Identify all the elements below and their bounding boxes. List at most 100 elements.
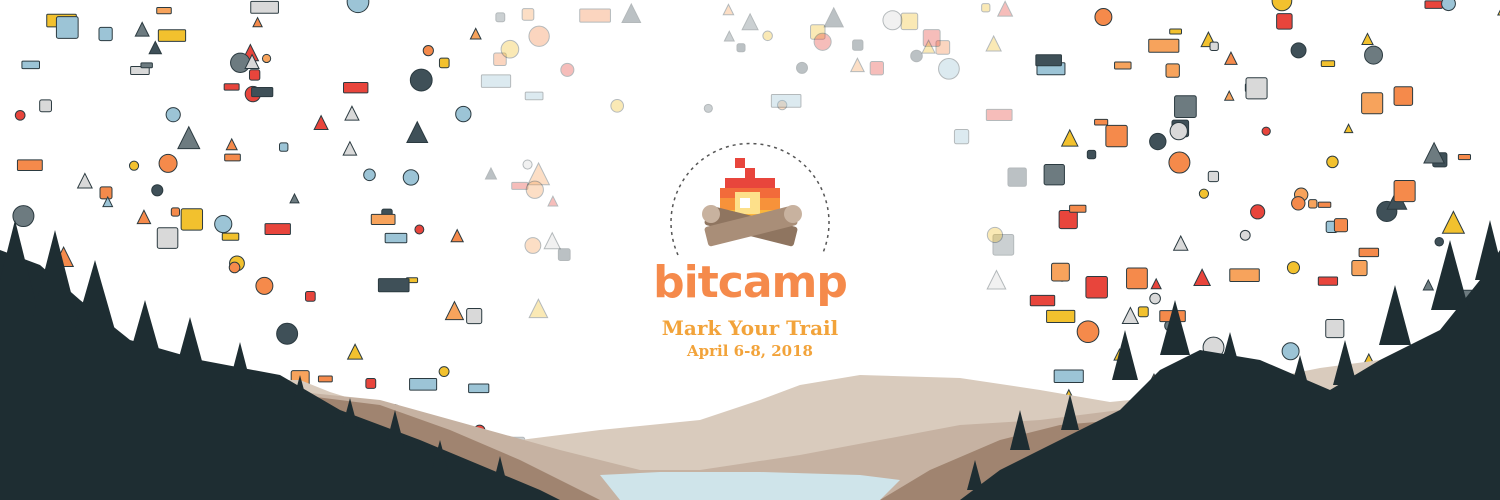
keyboard-icon xyxy=(157,29,187,42)
pencil-icon xyxy=(1239,229,1251,241)
coin-icon xyxy=(450,228,465,243)
brand-name: bitcamp xyxy=(653,257,848,308)
lightbulb-icon xyxy=(1029,294,1056,307)
cd-disc-icon xyxy=(1291,196,1306,211)
cd-disc-icon xyxy=(134,21,150,37)
pencil-icon xyxy=(343,81,369,94)
lightbulb-icon xyxy=(986,226,1004,244)
tablet-icon xyxy=(409,68,433,92)
boxing-glove-icon xyxy=(402,169,420,186)
coffee-mug-icon xyxy=(722,3,735,16)
pizza-slice-icon xyxy=(1126,267,1148,290)
boxing-glove-icon xyxy=(985,108,1013,121)
floppy-disk-icon xyxy=(1325,318,1345,339)
tablet-icon xyxy=(938,57,960,80)
keyboard-icon xyxy=(1434,237,1444,247)
tablet-icon xyxy=(796,61,808,74)
lightbulb-icon xyxy=(230,52,251,74)
coffee-mug-icon xyxy=(1351,259,1368,277)
boxing-glove-icon xyxy=(703,103,713,113)
gamepad-icon xyxy=(547,195,559,207)
coffee-mug-icon xyxy=(579,8,611,23)
pine-tree-icon xyxy=(128,300,162,360)
coin-icon xyxy=(762,30,773,42)
pencil-icon xyxy=(346,343,364,360)
cd-disc-icon xyxy=(99,186,113,200)
gamepad-icon xyxy=(770,94,802,108)
coin-icon xyxy=(500,39,520,59)
paper-icon xyxy=(480,74,512,88)
floppy-disk-icon xyxy=(1058,209,1078,230)
computer-mouse-icon xyxy=(1393,86,1414,106)
tablet-icon xyxy=(276,322,299,345)
coffee-mug-icon xyxy=(1105,124,1128,148)
pine-tree-icon xyxy=(1379,285,1411,345)
pizza-slice-icon xyxy=(543,231,562,250)
pizza-slice-icon xyxy=(560,62,575,77)
keyboard-icon xyxy=(279,142,289,152)
event-dates: April 6-8, 2018 xyxy=(687,342,813,360)
coin-icon xyxy=(985,34,1002,52)
lightbulb-icon xyxy=(1333,218,1349,233)
cookie-icon xyxy=(1174,95,1197,118)
cookie-icon xyxy=(1094,118,1109,126)
floppy-disk-icon xyxy=(313,114,329,131)
lake xyxy=(600,472,900,500)
pizza-slice-icon xyxy=(495,12,506,23)
computer-mouse-icon xyxy=(524,91,544,101)
pencil-icon xyxy=(180,208,204,231)
cookie-icon xyxy=(39,99,52,113)
cd-disc-icon xyxy=(370,213,396,226)
paper-icon xyxy=(1168,151,1191,174)
lightbulb-icon xyxy=(384,232,408,244)
tablet-icon xyxy=(1424,0,1443,9)
campfire-logo-icon xyxy=(670,142,830,256)
boxing-glove-icon xyxy=(1317,201,1332,208)
computer-mouse-icon xyxy=(14,109,26,121)
pizza-slice-icon xyxy=(1364,45,1384,65)
boxing-glove-icon xyxy=(525,180,544,199)
computer-mouse-icon xyxy=(158,153,178,173)
computer-mouse-icon xyxy=(1069,204,1087,213)
tagline: Mark Your Trail xyxy=(661,316,839,340)
cd-disc-icon xyxy=(1046,309,1076,323)
paper-icon xyxy=(409,378,438,391)
pencil-icon xyxy=(1361,32,1374,46)
gamepad-icon xyxy=(852,39,864,51)
pencil-icon xyxy=(76,172,93,189)
pine-tree-icon xyxy=(75,260,115,330)
paper-icon xyxy=(422,45,434,57)
pine-tree-icon xyxy=(0,220,35,300)
gamepad-icon xyxy=(1076,320,1100,344)
cookie-icon xyxy=(1271,0,1293,12)
coin-icon xyxy=(289,192,300,204)
pine-tree-icon xyxy=(1431,240,1469,310)
pizza-slice-icon xyxy=(610,98,625,113)
coin-icon xyxy=(1422,278,1435,291)
lightbulb-icon xyxy=(1441,0,1456,12)
pine-tree-icon xyxy=(1333,340,1357,385)
coin-icon xyxy=(12,205,35,228)
paper-icon xyxy=(1308,199,1318,209)
keyboard-icon xyxy=(1035,54,1062,67)
cd-disc-icon xyxy=(849,57,865,73)
floppy-disk-icon xyxy=(248,69,261,81)
lightbulb-icon xyxy=(557,248,571,262)
pencil-icon xyxy=(228,261,241,274)
pencil-icon xyxy=(128,160,140,171)
computer-mouse-icon xyxy=(255,276,274,295)
boxing-glove-icon xyxy=(736,43,746,53)
coffee-mug-icon xyxy=(16,159,43,172)
pine-tree-icon xyxy=(1112,330,1138,380)
coin-icon xyxy=(1114,61,1132,70)
floppy-disk-icon xyxy=(1245,77,1268,100)
lightbulb-icon xyxy=(1276,13,1293,30)
pizza-slice-icon xyxy=(251,86,274,98)
coin-icon xyxy=(414,224,425,235)
pizza-slice-icon xyxy=(55,16,79,39)
tablet-icon xyxy=(468,383,490,394)
coin-icon xyxy=(1148,38,1180,53)
floppy-disk-icon xyxy=(1317,276,1339,286)
event-logo: bitcamp Mark Your Trail April 6-8, 2018 xyxy=(600,120,900,380)
pizza-slice-icon xyxy=(252,16,263,28)
